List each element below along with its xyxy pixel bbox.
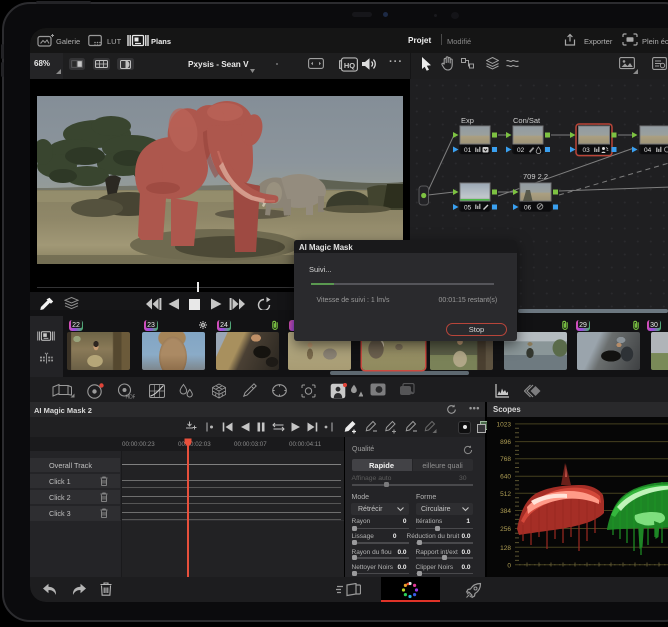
svg-text:709 2.2: 709 2.2	[523, 172, 548, 181]
svg-text:896: 896	[500, 439, 511, 446]
svg-text:06: 06	[524, 205, 532, 212]
svg-text:04: 04	[644, 147, 652, 154]
svg-text:0: 0	[507, 562, 511, 569]
svg-text:512: 512	[500, 491, 511, 498]
svg-text:HDR: HDR	[126, 395, 136, 400]
svg-text:02: 02	[517, 147, 525, 154]
svg-text:256: 256	[500, 526, 511, 533]
svg-text:1023: 1023	[497, 421, 512, 428]
svg-text:640: 640	[500, 474, 511, 481]
svg-text:HQ: HQ	[344, 60, 355, 69]
svg-text:01: 01	[464, 147, 472, 154]
svg-text:03: 03	[583, 147, 591, 154]
svg-text:384: 384	[500, 508, 511, 515]
svg-text:Exp: Exp	[461, 116, 474, 125]
svg-text:Con/Sat: Con/Sat	[513, 116, 541, 125]
svg-text:05: 05	[464, 205, 472, 212]
svg-text:768: 768	[500, 456, 511, 463]
svg-text:128: 128	[500, 545, 511, 552]
